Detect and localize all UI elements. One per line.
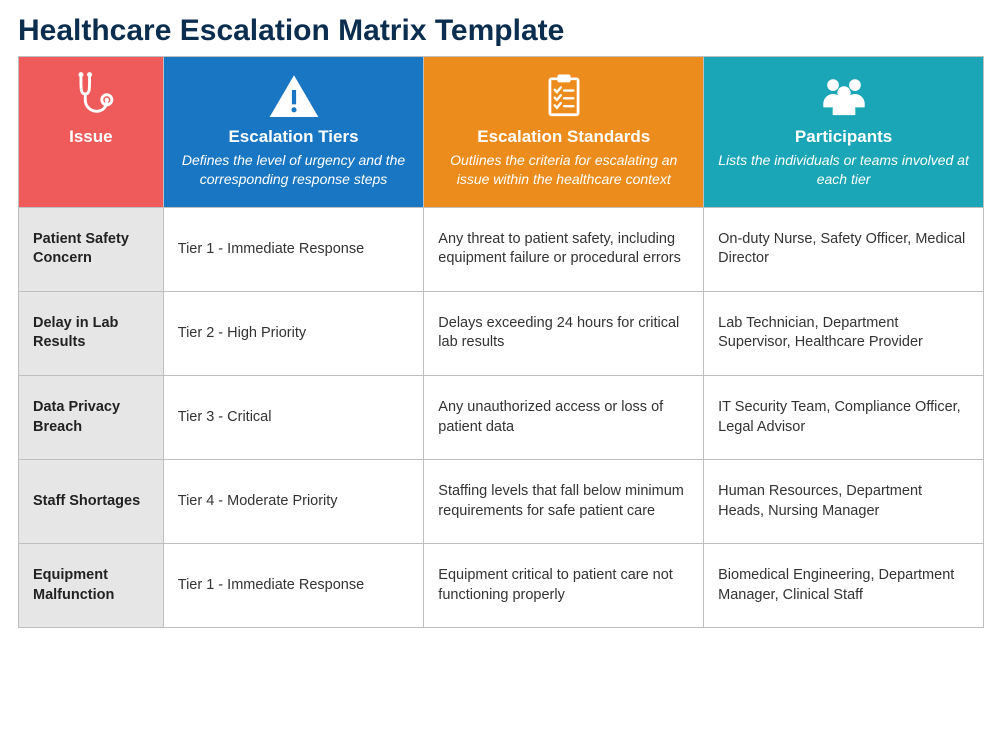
table-row: Delay in Lab Results Tier 2 - High Prior… — [19, 291, 984, 375]
header-tiers: Escalation Tiers Defines the level of ur… — [163, 57, 424, 208]
stethoscope-icon — [33, 71, 149, 121]
cell-tier: Tier 2 - High Priority — [163, 291, 424, 375]
header-issue: Issue — [19, 57, 164, 208]
cell-tier: Tier 1 - Immediate Response — [163, 207, 424, 291]
cell-tier: Tier 4 - Moderate Priority — [163, 460, 424, 544]
table-row: Equipment Malfunction Tier 1 - Immediate… — [19, 544, 984, 628]
header-tiers-label: Escalation Tiers — [178, 127, 410, 147]
cell-issue: Equipment Malfunction — [19, 544, 164, 628]
cell-standard: Delays exceeding 24 hours for critical l… — [424, 291, 704, 375]
cell-participants: IT Security Team, Compliance Officer, Le… — [704, 376, 984, 460]
header-tiers-subtitle: Defines the level of urgency and the cor… — [178, 151, 410, 189]
header-standards: Escalation Standards Outlines the criter… — [424, 57, 704, 208]
cell-issue: Delay in Lab Results — [19, 291, 164, 375]
escalation-matrix-table: Issue Escalation Tiers Defines the level… — [18, 56, 984, 628]
header-participants-label: Participants — [718, 127, 969, 147]
cell-tier: Tier 1 - Immediate Response — [163, 544, 424, 628]
header-standards-subtitle: Outlines the criteria for escalating an … — [438, 151, 689, 189]
cell-participants: Biomedical Engineering, Department Manag… — [704, 544, 984, 628]
cell-tier: Tier 3 - Critical — [163, 376, 424, 460]
header-participants-subtitle: Lists the individuals or teams involved … — [718, 151, 969, 189]
checklist-icon — [438, 71, 689, 121]
people-group-icon — [718, 71, 969, 121]
matrix-body: Patient Safety Concern Tier 1 - Immediat… — [19, 207, 984, 628]
cell-participants: Lab Technician, Department Supervisor, H… — [704, 291, 984, 375]
cell-issue: Data Privacy Breach — [19, 376, 164, 460]
table-row: Staff Shortages Tier 4 - Moderate Priori… — [19, 460, 984, 544]
cell-standard: Staffing levels that fall below minimum … — [424, 460, 704, 544]
page-title: Healthcare Escalation Matrix Template — [18, 14, 984, 48]
cell-standard: Any unauthorized access or loss of patie… — [424, 376, 704, 460]
table-row: Patient Safety Concern Tier 1 - Immediat… — [19, 207, 984, 291]
header-standards-label: Escalation Standards — [438, 127, 689, 147]
header-participants: Participants Lists the individuals or te… — [704, 57, 984, 208]
cell-issue: Staff Shortages — [19, 460, 164, 544]
cell-participants: Human Resources, Department Heads, Nursi… — [704, 460, 984, 544]
cell-standard: Equipment critical to patient care not f… — [424, 544, 704, 628]
table-row: Data Privacy Breach Tier 3 - Critical An… — [19, 376, 984, 460]
cell-issue: Patient Safety Concern — [19, 207, 164, 291]
cell-participants: On-duty Nurse, Safety Officer, Medical D… — [704, 207, 984, 291]
cell-standard: Any threat to patient safety, including … — [424, 207, 704, 291]
warning-triangle-icon — [178, 71, 410, 121]
header-issue-label: Issue — [33, 127, 149, 147]
